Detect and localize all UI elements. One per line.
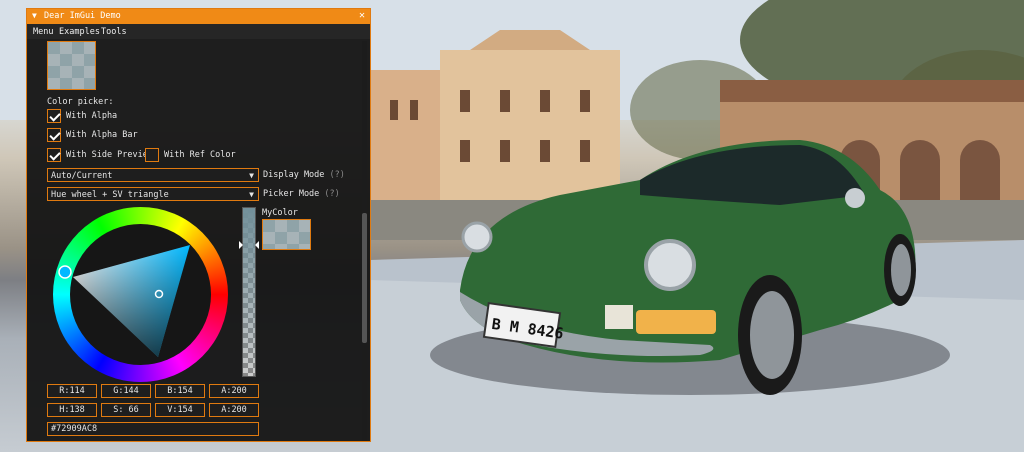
alpha-marker: [239, 241, 243, 249]
alpha-hsv-field[interactable]: A:200: [209, 403, 259, 417]
with-alpha-label: With Alpha: [66, 111, 118, 121]
imgui-demo-window[interactable]: ▼ Dear ImGui Demo ✕ Menu Examples Tools …: [26, 8, 371, 442]
display-mode-combo[interactable]: Auto/Current ▼: [47, 168, 259, 182]
close-icon[interactable]: ✕: [359, 10, 365, 21]
hue-handle[interactable]: [58, 265, 72, 279]
window-titlebar[interactable]: ▼ Dear ImGui Demo ✕: [27, 9, 370, 24]
picker-mode-value: Hue wheel + SV triangle: [51, 190, 169, 200]
sv-triangle[interactable]: [53, 207, 228, 382]
scrollbar-thumb[interactable]: [362, 213, 367, 343]
with-ref-color-checkbox[interactable]: [145, 148, 159, 162]
with-side-preview-checkbox[interactable]: [47, 148, 61, 162]
menu-item-examples[interactable]: Examples: [59, 27, 100, 37]
help-marker[interactable]: (?): [330, 170, 345, 180]
menu-item-tools[interactable]: Tools: [101, 27, 127, 37]
side-preview-swatch: [262, 219, 311, 250]
hue-field[interactable]: H:138: [47, 403, 97, 417]
help-marker[interactable]: (?): [324, 189, 339, 199]
green-field[interactable]: G:144: [101, 384, 151, 398]
picker-mode-label: Picker Mode (?): [263, 189, 340, 199]
saturation-field[interactable]: S: 66: [101, 403, 151, 417]
with-alpha-checkbox[interactable]: [47, 109, 61, 123]
menu-bar: Menu Examples Tools: [27, 24, 370, 39]
display-mode-label: Display Mode (?): [263, 170, 345, 180]
preview-label: MyColor: [262, 208, 298, 218]
display-mode-value: Auto/Current: [51, 171, 113, 181]
window-content: Color picker: With Alpha With Alpha Bar …: [27, 39, 370, 441]
chevron-down-icon: ▼: [249, 171, 254, 180]
menu-item-menu[interactable]: Menu: [33, 27, 53, 37]
alpha-field[interactable]: A:200: [209, 384, 259, 398]
with-side-preview-label: With Side Preview: [66, 150, 153, 160]
color-button-swatch[interactable]: [47, 41, 96, 90]
alpha-marker: [255, 241, 259, 249]
with-ref-color-label: With Ref Color: [164, 150, 236, 160]
hex-field[interactable]: #72909AC8: [47, 422, 259, 436]
with-alpha-bar-label: With Alpha Bar: [66, 130, 138, 140]
with-alpha-bar-checkbox[interactable]: [47, 128, 61, 142]
value-field[interactable]: V:154: [155, 403, 205, 417]
window-scrollbar[interactable]: [362, 41, 367, 441]
chevron-down-icon: ▼: [249, 190, 254, 199]
collapse-icon[interactable]: ▼: [32, 11, 37, 20]
color-picker-heading: Color picker:: [47, 97, 114, 107]
red-field[interactable]: R:114: [47, 384, 97, 398]
blue-field[interactable]: B:154: [155, 384, 205, 398]
alpha-bar[interactable]: [239, 207, 259, 377]
window-title: Dear ImGui Demo: [44, 11, 121, 21]
picker-mode-combo[interactable]: Hue wheel + SV triangle ▼: [47, 187, 259, 201]
